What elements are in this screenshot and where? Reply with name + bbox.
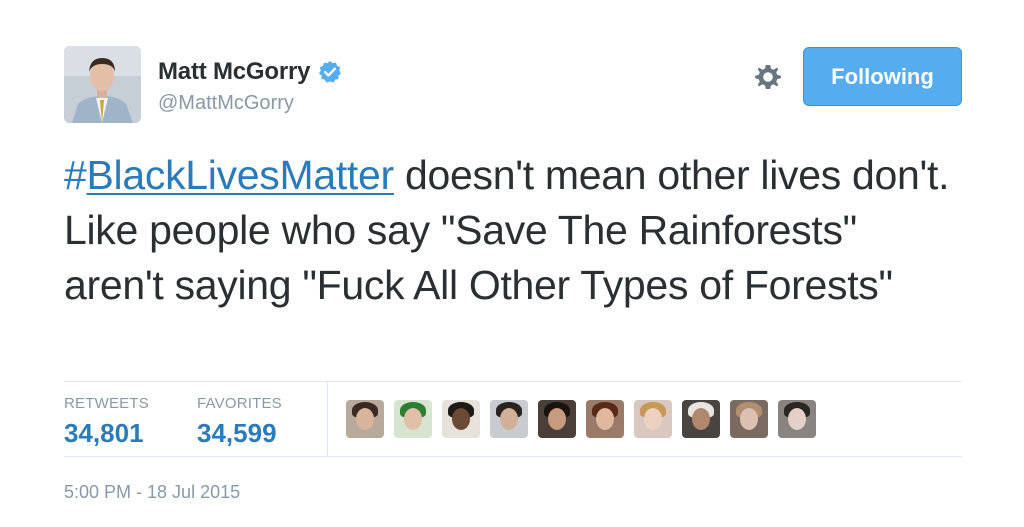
stats-top-divider xyxy=(64,381,962,382)
screen-name[interactable]: @MattMcGorry xyxy=(158,92,294,115)
stats-bottom-divider xyxy=(64,456,962,457)
favorites-label: FAVORITES xyxy=(197,395,282,412)
favoriter-avatar[interactable] xyxy=(634,400,672,438)
retweets-label: RETWEETS xyxy=(64,395,149,412)
hashtag-link[interactable]: BlackLivesMatter xyxy=(87,152,395,198)
favoriter-avatar[interactable] xyxy=(730,400,768,438)
favorites-count[interactable]: 34,599 xyxy=(197,418,277,449)
tweet-text-line1: doesn't mean other lives xyxy=(393,152,841,198)
verified-badge-icon xyxy=(318,60,342,84)
profile-photo xyxy=(64,46,141,123)
avatar[interactable] xyxy=(64,46,141,123)
following-button[interactable]: Following xyxy=(803,47,962,106)
retweets-count[interactable]: 34,801 xyxy=(64,418,144,449)
tweet-timestamp[interactable]: 5:00 PM - 18 Jul 2015 xyxy=(64,482,240,503)
favoriter-avatar[interactable] xyxy=(346,400,384,438)
favoriter-avatar[interactable] xyxy=(682,400,720,438)
favoriters-list xyxy=(346,400,816,438)
favoriter-avatar[interactable] xyxy=(778,400,816,438)
display-name[interactable]: Matt McGorry xyxy=(158,58,310,86)
tweet-text: #BlackLivesMatter doesn't mean other liv… xyxy=(64,148,954,313)
favoriter-avatar[interactable] xyxy=(586,400,624,438)
hashtag-hash[interactable]: # xyxy=(64,152,87,198)
favoriter-avatar[interactable] xyxy=(538,400,576,438)
favoriter-avatar[interactable] xyxy=(490,400,528,438)
favoriter-avatar[interactable] xyxy=(394,400,432,438)
gear-icon[interactable] xyxy=(752,61,784,93)
favoriter-avatar[interactable] xyxy=(442,400,480,438)
stats-vertical-divider xyxy=(327,382,328,456)
user-name-row: Matt McGorry xyxy=(158,58,342,86)
tweet-card: Matt McGorry @MattMcGorry Following #Bla… xyxy=(0,0,1024,527)
